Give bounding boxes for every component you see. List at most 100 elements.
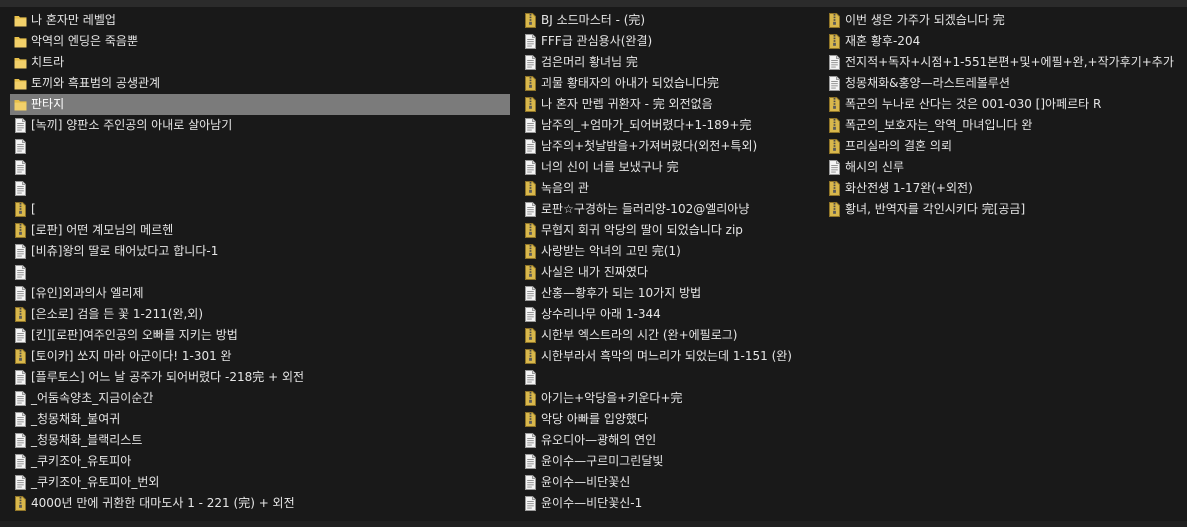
text-file-icon bbox=[524, 160, 537, 175]
file-item[interactable]: 유오디아—광해의 연인 bbox=[520, 430, 816, 451]
text-file-icon bbox=[524, 496, 537, 511]
zip-file-icon bbox=[828, 202, 841, 217]
file-item[interactable]: [킨][로판]여주인공의 오빠를 지키는 방법 bbox=[10, 325, 510, 346]
file-item[interactable]: 아기는+악당을+키운다+完 bbox=[520, 388, 816, 409]
folder-item[interactable]: 악역의 엔딩은 죽음뿐 bbox=[10, 31, 510, 52]
file-item[interactable]: 괴물 황태자의 아내가 되었습니다完 bbox=[520, 73, 816, 94]
file-item[interactable]: _청몽채화_블랙리스트 bbox=[10, 430, 510, 451]
file-name-label: [킨][로판]여주인공의 오빠를 지키는 방법 bbox=[31, 328, 238, 342]
file-item[interactable]: 시한부라서 흑막의 며느리가 되었는데 1-151 (완) bbox=[520, 346, 816, 367]
file-item[interactable]: FFF급 관심용사(완결) bbox=[520, 31, 816, 52]
window-top-edge bbox=[0, 0, 1187, 7]
file-item[interactable]: _쿠키조아_유토피아 bbox=[10, 451, 510, 472]
file-name-label: [유인]외과의사 엘리제 bbox=[31, 286, 144, 300]
file-item[interactable]: 4000년 만에 귀환한 대마도사 1 - 221 (完) + 외전 bbox=[10, 493, 510, 514]
file-name-label: 악역의 엔딩은 죽음뿐 bbox=[31, 34, 138, 48]
file-item[interactable]: 악당 아빠를 입양했다 bbox=[520, 409, 816, 430]
zip-file-icon bbox=[524, 181, 537, 196]
file-item[interactable]: [녹끼] 양판소 주인공의 아내로 살아남기 bbox=[10, 115, 510, 136]
folder-icon bbox=[14, 13, 27, 28]
text-file-icon bbox=[524, 307, 537, 322]
file-item[interactable]: 윤이수—구르미그린달빛 bbox=[520, 451, 816, 472]
zip-file-icon bbox=[524, 349, 537, 364]
file-item[interactable]: 녹음의 관 bbox=[520, 178, 816, 199]
file-name-label: 시한부 엑스트라의 시간 (완+에필로그) bbox=[541, 328, 738, 342]
file-item[interactable]: 검은머리 황녀님 完 bbox=[520, 52, 816, 73]
folder-item[interactable]: 토끼와 흑표범의 공생관계 bbox=[10, 73, 510, 94]
file-item[interactable]: [은소로] 검을 든 꽃 1-211(완,외) bbox=[10, 304, 510, 325]
zip-file-icon bbox=[524, 412, 537, 427]
file-name-label: 시한부라서 흑막의 며느리가 되었는데 1-151 (완) bbox=[541, 349, 792, 363]
file-item[interactable]: 남주의_+엄마가_되어버렸다+1-189+完 bbox=[520, 115, 816, 136]
file-item[interactable]: 사실은 내가 진짜였다 bbox=[520, 262, 816, 283]
file-item[interactable]: 로판☆구경하는 들러리양-102@엘리아냥 bbox=[520, 199, 816, 220]
file-item[interactable]: [비츄]왕의 딸로 태어났다고 합니다-1 bbox=[10, 241, 510, 262]
text-file-icon bbox=[14, 328, 27, 343]
file-item[interactable] bbox=[10, 136, 510, 157]
file-item[interactable]: 윤이수—비단꽃신 bbox=[520, 472, 816, 493]
file-item[interactable] bbox=[10, 262, 510, 283]
file-item[interactable] bbox=[10, 157, 510, 178]
file-item[interactable]: 해시의 신루 bbox=[824, 157, 1184, 178]
file-name-label: [ bbox=[31, 202, 36, 216]
file-item[interactable]: 시한부 엑스트라의 시간 (완+에필로그) bbox=[520, 325, 816, 346]
file-item[interactable]: 황녀, 반역자를 각인시키다 完[공금] bbox=[824, 199, 1184, 220]
window-bottom-edge bbox=[0, 521, 1187, 527]
file-item[interactable]: 산홍—황후가 되는 10가지 방법 bbox=[520, 283, 816, 304]
folder-item[interactable]: 치트라 bbox=[10, 52, 510, 73]
file-item[interactable]: 남주의+첫날밤을+가져버렸다(외전+특외) bbox=[520, 136, 816, 157]
file-item[interactable]: 전지적+독자+시점+1-551본편+및+에필+완,+작가후기+추가 bbox=[824, 52, 1184, 73]
file-item[interactable]: 화산전생 1-17완(+외전) bbox=[824, 178, 1184, 199]
file-item[interactable] bbox=[10, 178, 510, 199]
folder-item[interactable]: 나 혼자만 레벨업 bbox=[10, 10, 510, 31]
zip-file-icon bbox=[828, 139, 841, 154]
zip-file-icon bbox=[524, 244, 537, 259]
file-item[interactable]: 무협지 회귀 악당의 딸이 되었습니다 zip bbox=[520, 220, 816, 241]
file-name-label: 윤이수—비단꽃신-1 bbox=[541, 496, 643, 510]
text-file-icon bbox=[14, 412, 27, 427]
file-name-label: 괴물 황태자의 아내가 되었습니다完 bbox=[541, 76, 720, 90]
file-item[interactable]: [토이카] 쏘지 마라 아군이다! 1-301 완 bbox=[10, 346, 510, 367]
folder-item[interactable]: 판타지 bbox=[10, 94, 510, 115]
file-item[interactable]: _쿠키조아_유토피아_번외 bbox=[10, 472, 510, 493]
file-item[interactable]: 윤이수—비단꽃신-1 bbox=[520, 493, 816, 514]
folder-icon bbox=[14, 97, 27, 112]
file-name-label: 나 혼자 만렙 귀환자 - 完 외전없음 bbox=[541, 97, 713, 111]
text-file-icon bbox=[14, 286, 27, 301]
file-item[interactable] bbox=[520, 367, 816, 388]
file-item[interactable]: [로판] 어떤 계모님의 메르헨 bbox=[10, 220, 510, 241]
file-item[interactable]: [ bbox=[10, 199, 510, 220]
zip-file-icon bbox=[524, 391, 537, 406]
file-item[interactable]: 너의 신이 너를 보냈구나 完 bbox=[520, 157, 816, 178]
file-name-label: 판타지 bbox=[31, 97, 65, 111]
file-item[interactable]: BJ 소드마스터 - (完) bbox=[520, 10, 816, 31]
file-item[interactable]: 이번 생은 가주가 되겠습니다 完 bbox=[824, 10, 1184, 31]
file-item[interactable]: 재혼 황후-204 bbox=[824, 31, 1184, 52]
text-file-icon bbox=[828, 160, 841, 175]
file-item[interactable]: [플루토스] 어느 날 공주가 되어버렸다 -218完 + 외전 bbox=[10, 367, 510, 388]
file-item[interactable]: 사랑받는 악녀의 고민 完(1) bbox=[520, 241, 816, 262]
file-item[interactable]: 나 혼자 만렙 귀환자 - 完 외전없음 bbox=[520, 94, 816, 115]
file-name-label: 화산전생 1-17완(+외전) bbox=[845, 181, 973, 195]
file-item[interactable]: [유인]외과의사 엘리제 bbox=[10, 283, 510, 304]
file-name-label: _청몽채화_불여귀 bbox=[31, 412, 121, 426]
file-name-label: 토끼와 흑표범의 공생관계 bbox=[31, 76, 161, 90]
file-item[interactable]: 상수리나무 아래 1-344 bbox=[520, 304, 816, 325]
file-item[interactable]: 프리실라의 결혼 의뢰 bbox=[824, 136, 1184, 157]
file-name-label: _청몽채화_블랙리스트 bbox=[31, 433, 143, 447]
text-file-icon bbox=[14, 160, 27, 175]
file-item[interactable]: 청몽채화&홍양—라스트레볼루션 bbox=[824, 73, 1184, 94]
file-item[interactable]: _청몽채화_불여귀 bbox=[10, 409, 510, 430]
file-name-label: 상수리나무 아래 1-344 bbox=[541, 307, 661, 321]
text-file-icon bbox=[14, 433, 27, 448]
zip-file-icon bbox=[828, 118, 841, 133]
file-name-label: FFF급 관심용사(완결) bbox=[541, 34, 653, 48]
file-item[interactable]: 폭군의 누나로 산다는 것은 001-030 []아페르타 R bbox=[824, 94, 1184, 115]
file-item[interactable]: 폭군의_보호자는_악역_마녀입니다 완 bbox=[824, 115, 1184, 136]
file-name-label: BJ 소드마스터 - (完) bbox=[541, 13, 646, 27]
file-item[interactable]: _어둠속양초_지금이순간 bbox=[10, 388, 510, 409]
file-name-label: 청몽채화&홍양—라스트레볼루션 bbox=[845, 76, 1010, 90]
text-file-icon bbox=[828, 55, 841, 70]
file-name-label: 남주의_+엄마가_되어버렸다+1-189+完 bbox=[541, 118, 752, 132]
zip-file-icon bbox=[524, 97, 537, 112]
